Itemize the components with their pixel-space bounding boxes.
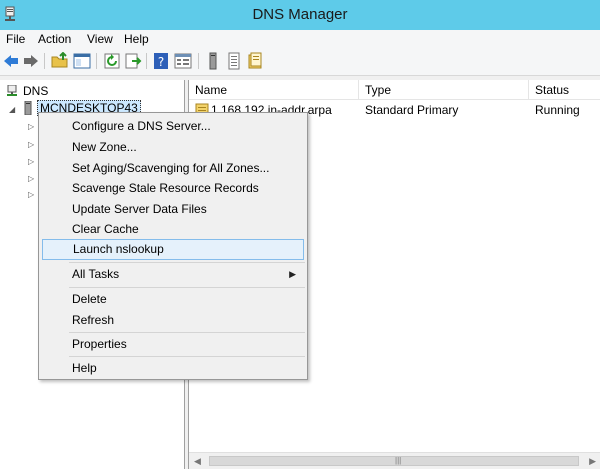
menu-separator: [69, 332, 305, 333]
toolbar-separator: [198, 53, 199, 69]
column-header-status[interactable]: Status: [529, 80, 600, 100]
column-header-name[interactable]: Name: [189, 80, 359, 100]
zone-type-cell: Standard Primary: [365, 103, 459, 117]
menu-item-help[interactable]: Help: [42, 358, 304, 379]
menu-item-configure-dns-server[interactable]: Configure a DNS Server...: [42, 116, 304, 137]
menu-item-all-tasks-label: All Tasks: [72, 267, 120, 281]
collapsed-triangle-icon[interactable]: ▷: [28, 141, 36, 149]
zone-status-cell: Running: [535, 103, 580, 117]
refresh-icon[interactable]: [103, 52, 121, 70]
menu-item-delete[interactable]: Delete: [42, 289, 304, 310]
forward-arrow-icon[interactable]: [22, 52, 40, 70]
scrollbar-thumb[interactable]: [209, 456, 579, 466]
title-bar: DNS Manager: [0, 0, 600, 30]
menu-item-new-zone[interactable]: New Zone...: [42, 137, 304, 158]
collapsed-triangle-icon[interactable]: ▷: [28, 191, 36, 199]
help-icon[interactable]: ?: [152, 52, 170, 70]
dns-root-icon: [7, 85, 17, 96]
menu-action[interactable]: Action: [37, 32, 72, 46]
menu-item-properties[interactable]: Properties: [42, 334, 304, 355]
expanded-triangle-icon[interactable]: ◢: [9, 106, 17, 114]
column-header-type[interactable]: Type: [359, 80, 529, 100]
scroll-right-icon[interactable]: ▶: [589, 456, 596, 467]
menu-separator: [69, 356, 305, 357]
menu-item-clear-cache[interactable]: Clear Cache: [42, 219, 304, 240]
folder-up-icon[interactable]: [51, 52, 69, 70]
tree-label-dns: DNS: [23, 84, 49, 98]
menu-item-set-aging-scavenging[interactable]: Set Aging/Scavenging for All Zones...: [42, 158, 304, 179]
toolbar-separator: [146, 53, 147, 69]
menu-item-update-server-data-files[interactable]: Update Server Data Files: [42, 199, 304, 220]
toolbar-separator: [44, 53, 45, 69]
collapsed-triangle-icon[interactable]: ▷: [28, 175, 36, 183]
server-icon[interactable]: [204, 52, 222, 70]
svg-text:?: ?: [158, 55, 164, 69]
menu-separator: [69, 262, 305, 263]
records-list-icon[interactable]: [225, 52, 243, 70]
submenu-arrow-icon: ▶: [289, 269, 296, 279]
menu-view[interactable]: View: [86, 32, 114, 46]
window-title: DNS Manager: [252, 6, 348, 23]
scrollbar-grip-icon: |||: [395, 456, 402, 465]
menu-help[interactable]: Help: [123, 32, 150, 46]
server-icon: [24, 101, 32, 115]
properties-icon[interactable]: [174, 52, 192, 70]
toolbar: ?: [0, 48, 600, 76]
menu-item-launch-nslookup[interactable]: Launch nslookup: [42, 239, 304, 260]
context-menu: Configure a DNS Server... New Zone... Se…: [38, 112, 308, 380]
scroll-left-icon[interactable]: ◀: [194, 456, 201, 467]
menu-separator: [69, 287, 305, 288]
menu-item-all-tasks[interactable]: All Tasks ▶: [42, 264, 304, 285]
export-list-icon[interactable]: [124, 52, 142, 70]
collapsed-triangle-icon[interactable]: ▷: [28, 158, 36, 166]
menu-file[interactable]: File: [5, 32, 26, 46]
horizontal-scrollbar[interactable]: ◀ ||| ▶: [189, 452, 600, 469]
menu-item-refresh[interactable]: Refresh: [42, 310, 304, 331]
menu-bar: File Action View Help: [0, 30, 600, 48]
collapsed-triangle-icon[interactable]: ▷: [28, 123, 36, 131]
toolbar-separator: [96, 53, 97, 69]
column-headers: Name Type Status: [189, 80, 600, 100]
menu-item-scavenge-stale-records[interactable]: Scavenge Stale Resource Records: [42, 178, 304, 199]
back-arrow-icon[interactable]: [2, 52, 20, 70]
show-hide-tree-icon[interactable]: [73, 52, 91, 70]
zone-icon[interactable]: [246, 52, 264, 70]
